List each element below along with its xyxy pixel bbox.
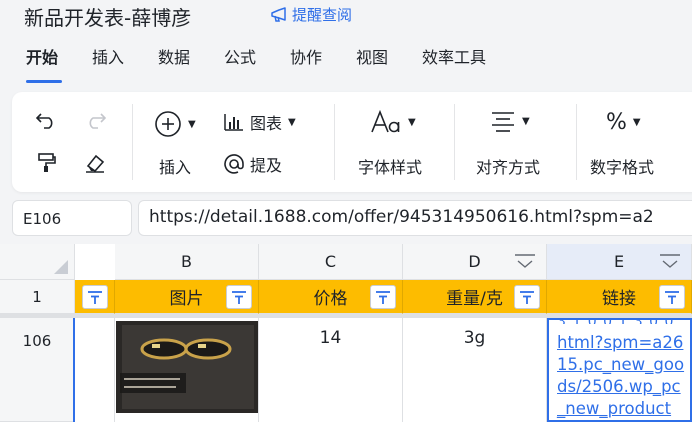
filter-menu-icon[interactable]: [659, 253, 681, 271]
redo-button[interactable]: [84, 110, 106, 130]
undo-button[interactable]: [36, 110, 58, 130]
tab-collaborate[interactable]: 协作: [290, 44, 322, 68]
format-painter-button[interactable]: [36, 152, 58, 174]
chevron-down-icon: ▼: [632, 117, 641, 128]
toolbar: ▼ 插入 图表 ▼ 提及 ▼ 字体样式 ▼ 对齐方式 % ▼ 数字格式: [12, 92, 692, 192]
eraser-icon: [86, 154, 105, 173]
font-size-icon: [371, 110, 400, 133]
redo-icon: [89, 113, 106, 129]
title-bar: 新品开发表-薛博彦 提醒查阅: [0, 0, 692, 30]
reminder-label: 提醒查阅: [292, 6, 353, 24]
toolbar-separator: [132, 104, 133, 180]
filter-icon: [232, 291, 246, 304]
cell-e106-link[interactable]: 3 1 0 0 1 3 0 0 0 1 0 html?spm=a2615.pc_…: [547, 318, 692, 422]
header-cell-label: 链接: [602, 289, 636, 309]
tab-insert[interactable]: 插入: [92, 44, 124, 68]
cell-b106[interactable]: [115, 318, 259, 422]
toolbar-separator: [454, 104, 455, 180]
bar-chart-icon: [224, 114, 243, 131]
document-title[interactable]: 新品开发表-薛博彦: [24, 2, 191, 31]
formula-bar: E106 https://detail.1688.com/offer/94531…: [12, 200, 692, 238]
filter-icon: [376, 291, 390, 304]
header-cell-link[interactable]: 链接: [547, 280, 692, 314]
column-header-e-label: E: [613, 252, 625, 271]
header-cell-label: 价格: [313, 289, 348, 309]
link-text-top-clipped: 3 1 0 0 1 3 0 0 0 1 0: [557, 320, 687, 324]
select-all-corner[interactable]: [0, 244, 75, 280]
format-painter-icon: [38, 153, 56, 172]
formula-input[interactable]: https://detail.1688.com/offer/9453149506…: [138, 200, 692, 236]
chart-button[interactable]: 图表 ▼: [224, 110, 296, 134]
product-image[interactable]: [116, 321, 258, 413]
header-cell-label: 重量/克: [446, 289, 503, 309]
tab-efficiency-tools[interactable]: 效率工具: [422, 44, 486, 68]
filter-button[interactable]: [82, 285, 108, 309]
plus-circle-icon: [155, 111, 181, 137]
corner-triangle-icon: [54, 260, 68, 274]
row-header-106[interactable]: 106: [0, 318, 75, 422]
filter-icon: [88, 291, 102, 304]
cell-link[interactable]: html?spm=a2615.pc_new_goods/2506.wp_pc_n…: [557, 332, 686, 420]
cell-d106-weight[interactable]: 3g: [403, 318, 547, 422]
clear-format-button[interactable]: [84, 152, 106, 174]
font-style-label[interactable]: 字体样式: [358, 154, 422, 178]
column-header-b[interactable]: B: [115, 244, 259, 280]
number-format-label[interactable]: 数字格式: [590, 154, 654, 178]
tab-start[interactable]: 开始: [26, 44, 58, 68]
column-header-c[interactable]: C: [259, 244, 403, 280]
font-style-menu-button[interactable]: ▼: [370, 110, 416, 134]
chevron-down-icon: ▼: [288, 116, 296, 128]
header-cell-a[interactable]: [75, 280, 115, 314]
align-center-icon: [492, 112, 514, 132]
chevron-down-icon: ▼: [408, 116, 416, 128]
header-cell-weight[interactable]: 重量/克: [403, 280, 547, 314]
cell-a106[interactable]: [75, 318, 115, 422]
chevron-down-icon: ▼: [188, 118, 196, 130]
insert-menu-button[interactable]: ▼: [154, 110, 196, 138]
column-header-d-label: D: [468, 252, 481, 271]
filter-button[interactable]: [370, 285, 396, 309]
tab-view[interactable]: 视图: [356, 44, 388, 68]
undo-icon: [36, 113, 53, 129]
megaphone-icon: [271, 6, 286, 22]
cell-reference-box[interactable]: E106: [12, 200, 132, 236]
alignment-menu-button[interactable]: ▼: [490, 110, 530, 132]
at-sign-icon: [224, 154, 244, 174]
active-tab-indicator: [26, 80, 62, 83]
filter-button[interactable]: [659, 285, 685, 309]
header-cell-image[interactable]: 图片: [115, 280, 259, 314]
filter-button[interactable]: [514, 285, 540, 309]
ribbon-tabs: 开始 插入 数据 公式 协作 视图 效率工具: [0, 44, 692, 84]
mention-button[interactable]: 提及: [224, 152, 282, 176]
tab-data[interactable]: 数据: [158, 44, 190, 68]
header-cell-price[interactable]: 价格: [259, 280, 403, 314]
toolbar-separator: [334, 104, 335, 180]
header-cell-label: 图片: [169, 289, 204, 309]
percent-icon: %: [606, 110, 627, 135]
reminder-button[interactable]: 提醒查阅: [270, 4, 352, 25]
toolbar-separator: [576, 104, 577, 180]
alignment-label[interactable]: 对齐方式: [476, 154, 540, 178]
filter-icon: [520, 291, 534, 304]
chevron-down-icon: ▼: [522, 115, 530, 127]
insert-label[interactable]: 插入: [159, 154, 191, 178]
mention-label: 提及: [250, 156, 283, 175]
filter-button[interactable]: [226, 285, 252, 309]
column-header-d[interactable]: D: [403, 244, 547, 280]
row-header-1[interactable]: 1: [0, 280, 75, 314]
column-header-e[interactable]: E: [547, 244, 692, 280]
filter-menu-icon[interactable]: [514, 253, 536, 271]
chart-label: 图表: [250, 114, 283, 133]
tab-formula[interactable]: 公式: [224, 44, 256, 68]
cell-c106-price[interactable]: 14: [259, 318, 403, 422]
spreadsheet-grid: B C D E 1 图片 价格 重量/克 链接 106 14 3g html?s…: [0, 244, 692, 422]
filter-icon: [665, 291, 679, 304]
number-format-menu-button[interactable]: % ▼: [606, 110, 641, 135]
